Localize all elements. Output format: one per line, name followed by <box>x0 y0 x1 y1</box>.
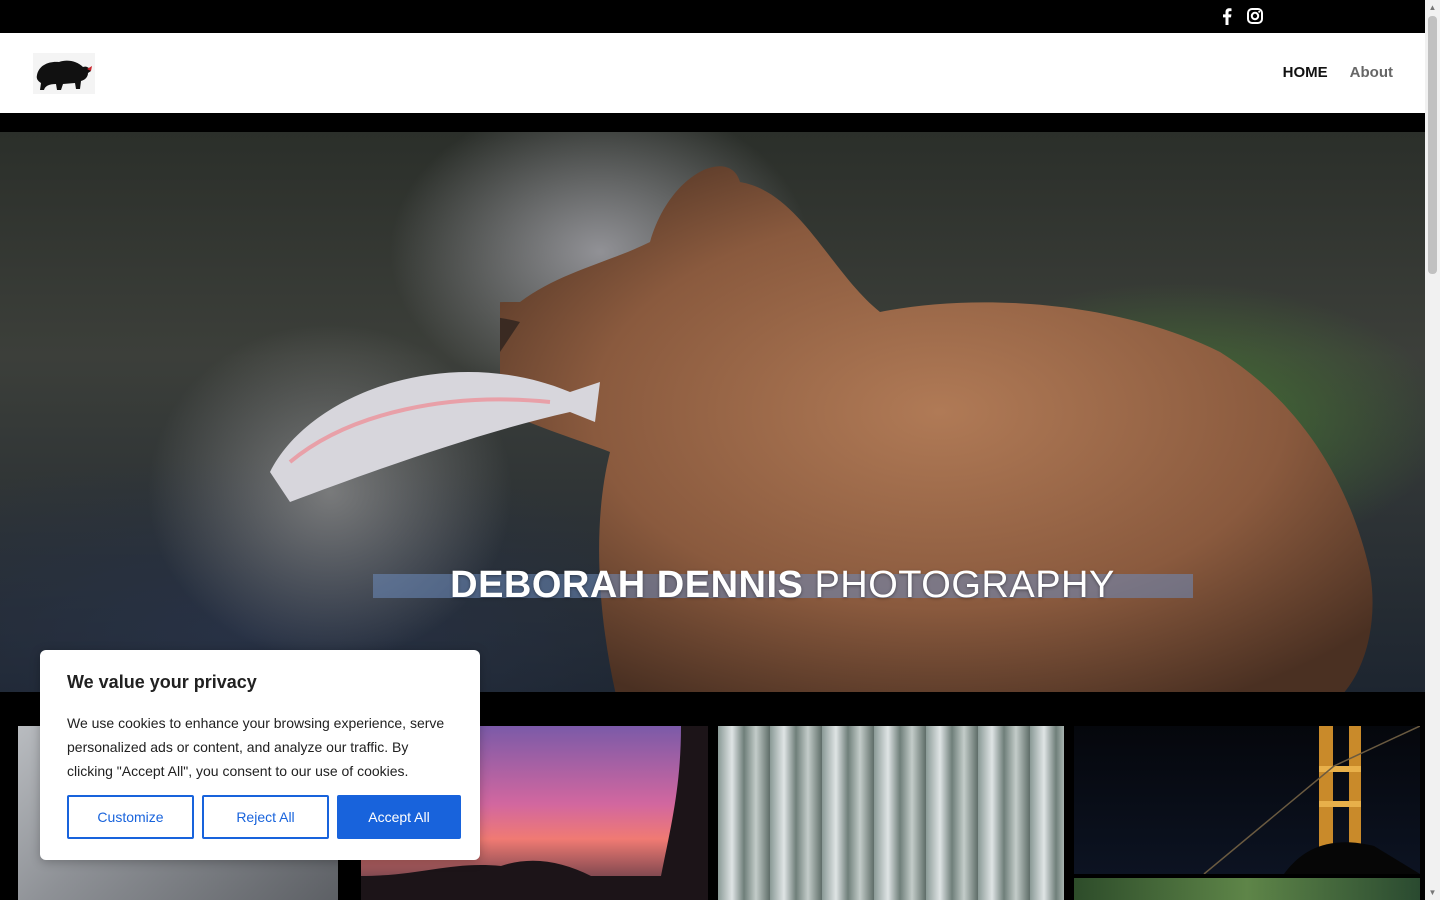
customize-button[interactable]: Customize <box>67 795 194 839</box>
consent-body: We use cookies to enhance your browsing … <box>67 715 445 779</box>
hero-banner: DEBORAH DENNIS PHOTOGRAPHY <box>0 132 1425 692</box>
cookie-consent-dialog: We value your privacy We use cookies to … <box>40 650 480 860</box>
site-logo[interactable] <box>33 53 95 94</box>
nav-about[interactable]: About <box>1350 64 1393 81</box>
accept-all-button[interactable]: Accept All <box>337 795 461 839</box>
top-bar <box>0 0 1425 33</box>
golden-gate-bridge-image <box>1203 726 1420 874</box>
header-divider <box>0 113 1425 132</box>
scroll-down-arrow-icon[interactable]: ▼ <box>1428 888 1437 897</box>
gallery-photo-foliage[interactable] <box>1074 878 1420 900</box>
social-links <box>1219 5 1263 27</box>
hero-title: DEBORAH DENNIS PHOTOGRAPHY <box>0 564 1425 607</box>
gallery-photo-bridge[interactable] <box>1074 726 1420 874</box>
rhino-logo-icon <box>36 60 92 90</box>
page-scrollbar[interactable]: ▲ ▼ <box>1425 0 1440 900</box>
consent-actions: Customize Reject All Accept All <box>67 795 461 839</box>
gallery-photo-waterfall[interactable] <box>718 726 1064 900</box>
scrollbar-thumb[interactable] <box>1428 16 1437 274</box>
instagram-icon[interactable] <box>1247 5 1263 27</box>
consent-title: We value your privacy <box>67 672 257 692</box>
nav-home[interactable]: HOME <box>1283 64 1328 81</box>
salmon-fish-image <box>270 371 600 502</box>
bear-with-salmon-image <box>500 166 1373 692</box>
scroll-up-arrow-icon[interactable]: ▲ <box>1428 3 1437 12</box>
main-nav: HOME About <box>1283 64 1393 81</box>
facebook-icon[interactable] <box>1219 5 1235 27</box>
hero-title-bold: DEBORAH DENNIS <box>450 564 804 606</box>
hero-title-light: PHOTOGRAPHY <box>814 564 1115 606</box>
site-header: HOME About <box>0 33 1425 113</box>
reject-all-button[interactable]: Reject All <box>202 795 329 839</box>
